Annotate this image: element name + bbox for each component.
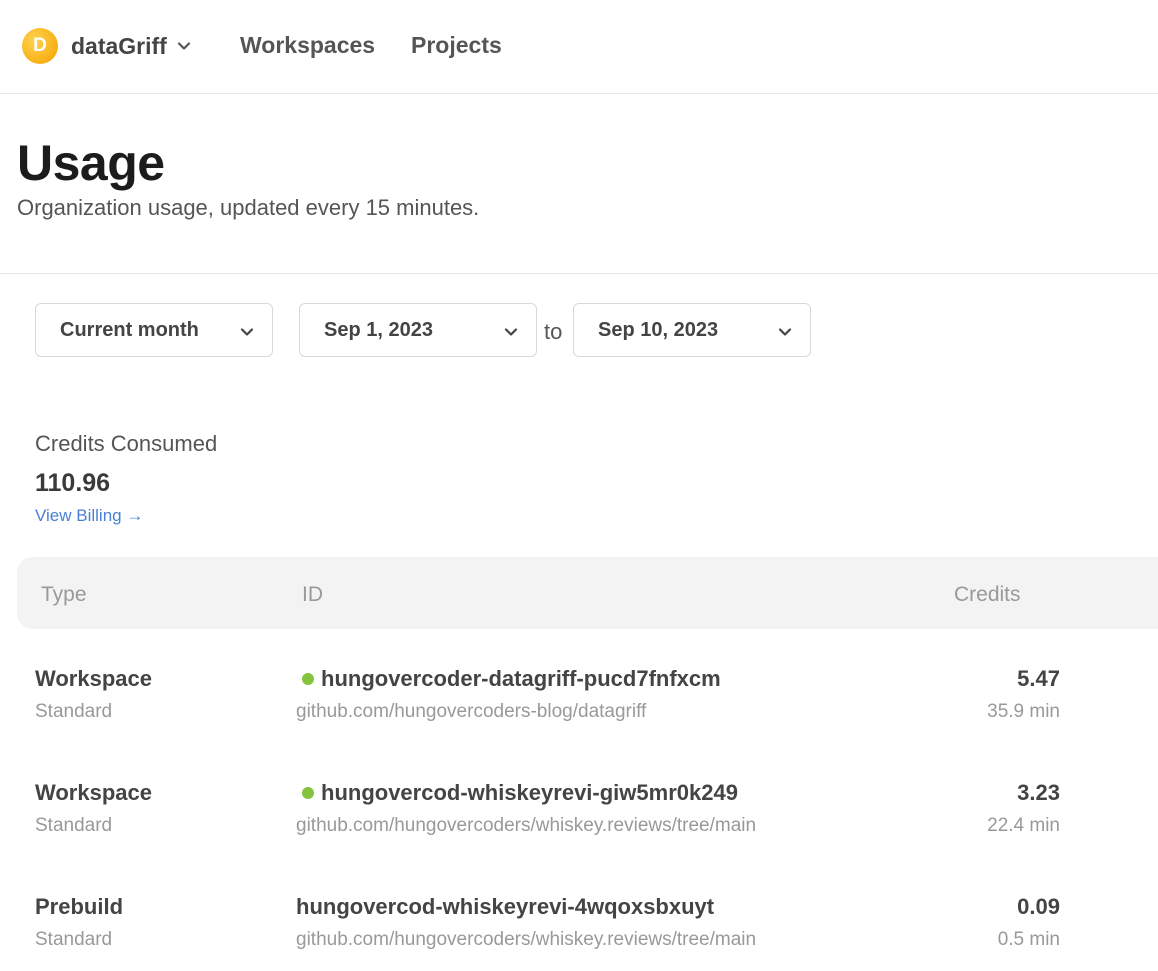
row-type: Workspace [35,780,152,805]
org-switcher[interactable]: D dataGriff [22,28,191,64]
date-range-separator: to [544,319,563,344]
row-type: Prebuild [35,894,124,919]
row-id: hungovercod-whiskeyrevi-4wqoxsbxuyt [296,894,714,920]
end-date-select[interactable]: Sep 10, 2023 [573,303,811,357]
column-header-id: ID [302,583,323,606]
chevron-down-icon [177,42,190,50]
chevron-down-icon [778,328,792,336]
row-class: Standard [35,929,113,950]
chevron-down-icon [240,328,254,336]
nav-workspaces[interactable]: Workspaces [240,32,375,59]
table-row[interactable]: Workspace Standard hungovercod-whiskeyre… [0,780,1158,880]
range-select[interactable]: Current month [35,303,273,357]
row-duration: 22.4 min [987,815,1060,836]
org-avatar: D [22,28,58,64]
row-credits: 0.09 [1017,894,1060,919]
chevron-down-icon [504,328,518,336]
credits-label: Credits Consumed [35,431,218,456]
page-subtitle: Organization usage, updated every 15 min… [17,195,480,220]
row-repo: github.com/hungovercoders/whiskey.review… [296,815,757,836]
running-status-dot [302,787,314,799]
table-row[interactable]: Workspace Standard hungovercoder-datagri… [0,666,1158,766]
row-duration: 0.5 min [997,929,1060,950]
row-id: hungovercod-whiskeyrevi-giw5mr0k249 [302,780,738,806]
row-id-text: hungovercod-whiskeyrevi-4wqoxsbxuyt [296,894,715,919]
range-select-value: Current month [60,318,199,341]
row-id: hungovercoder-datagriff-pucd7fnfxcm [302,666,721,692]
view-billing-link[interactable]: View Billing → [35,506,143,526]
row-repo: github.com/hungovercoders-blog/datagriff [296,701,647,722]
start-date-select[interactable]: Sep 1, 2023 [299,303,537,357]
row-id-text: hungovercoder-datagriff-pucd7fnfxcm [321,666,721,691]
row-type: Workspace [35,666,152,691]
column-header-credits: Credits [954,583,1021,606]
nav-projects[interactable]: Projects [411,32,502,59]
row-class: Standard [35,815,113,836]
column-header-type: Type [41,583,87,606]
page-title: Usage [17,135,165,191]
page-header: Usage Organization usage, updated every … [0,94,1158,274]
running-status-dot [302,673,314,685]
row-duration: 35.9 min [987,701,1060,722]
row-repo: github.com/hungovercoders/whiskey.review… [296,929,757,950]
org-name: dataGriff [71,32,167,59]
row-id-text: hungovercod-whiskeyrevi-giw5mr0k249 [321,780,738,805]
top-navigation: D dataGriff Workspaces Projects [0,0,1158,94]
row-credits: 3.23 [1017,780,1060,805]
table-header: Type ID Credits [17,557,1158,629]
start-date-value: Sep 1, 2023 [324,318,433,341]
row-credits: 5.47 [1017,666,1060,691]
table-row[interactable]: Prebuild Standard hungovercod-whiskeyrev… [0,894,1158,971]
row-class: Standard [35,701,113,722]
credits-value: 110.96 [35,469,111,497]
end-date-value: Sep 10, 2023 [598,318,719,341]
